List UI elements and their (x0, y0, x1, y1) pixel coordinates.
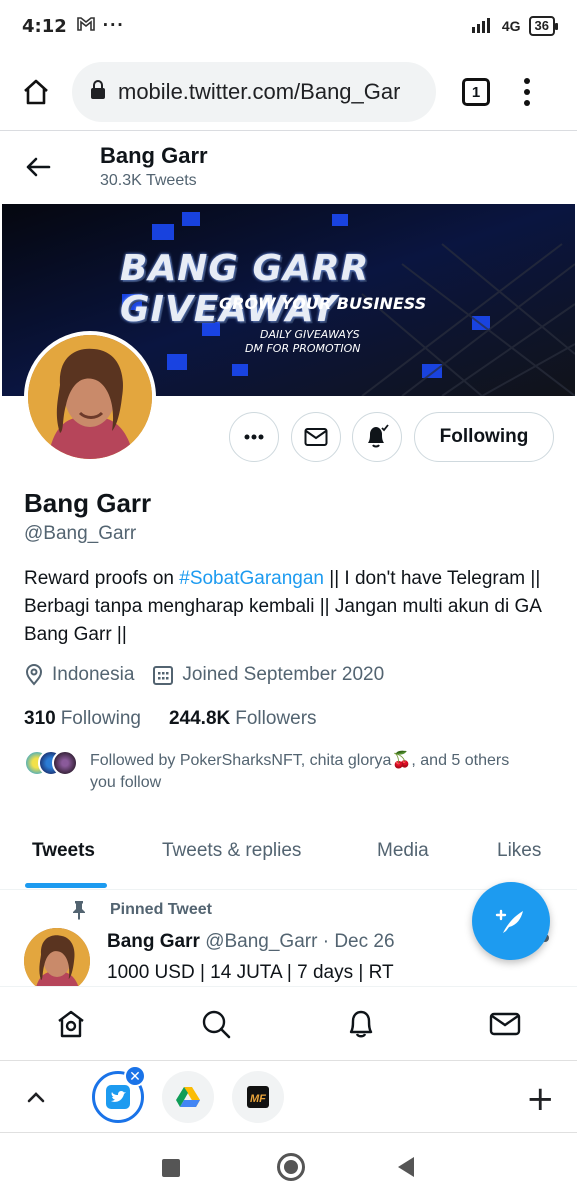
nav-notifications[interactable] (344, 1007, 378, 1041)
home-icon (58, 1010, 84, 1038)
banner-line-2: DM FOR PROMOTION (245, 342, 361, 355)
network-type: 4G (501, 18, 521, 34)
profile-tabs: Tweets Tweets & replies Media Likes (0, 822, 577, 890)
pinned-tweet-label: Pinned Tweet (70, 900, 212, 920)
home-icon (24, 79, 48, 105)
following-button[interactable]: Following (414, 412, 554, 462)
followers-label: Followers (235, 708, 317, 729)
twitter-icon (106, 1085, 130, 1109)
back-button[interactable] (20, 149, 56, 185)
divider (0, 130, 577, 131)
profile-avatar[interactable] (24, 331, 156, 463)
bio-hashtag-link[interactable]: #SobatGarangan (179, 568, 324, 589)
nav-messages[interactable] (488, 1007, 522, 1041)
nav-search[interactable] (199, 1007, 233, 1041)
avatar-image (24, 928, 90, 994)
calendar-icon (153, 666, 174, 685)
message-button[interactable] (291, 412, 341, 462)
location-pin-icon (25, 664, 43, 686)
tab-tweets[interactable]: Tweets (32, 840, 95, 862)
signal-icon (471, 17, 494, 36)
notifications-button[interactable] (352, 412, 402, 462)
banner-subtitle: GROW YOUR BUSINESS (219, 294, 427, 313)
avatar-image (28, 335, 152, 459)
bio-text: Reward proofs on (24, 568, 180, 589)
tweet-header: Bang Garr @Bang_Garr · Dec 26 (107, 931, 395, 953)
lock-icon (90, 79, 106, 105)
strip-tab-drive[interactable] (162, 1071, 214, 1123)
url-text: mobile.twitter.com/Bang_Gar (118, 79, 401, 104)
tab-switcher-button[interactable]: 1 (462, 78, 490, 106)
envelope-icon (304, 428, 328, 446)
tweet-handle-date: @Bang_Garr · Dec 26 (205, 931, 395, 952)
active-tab-indicator (25, 883, 107, 888)
bell-active-icon (368, 424, 389, 448)
nav-home[interactable] (54, 1007, 88, 1041)
tweet-author-avatar[interactable] (24, 928, 90, 994)
header-name: Bang Garr (100, 143, 208, 168)
strip-tab-mf[interactable]: MF (232, 1071, 284, 1123)
gmail-icon (76, 15, 95, 37)
follow-stats: 310 Following 244.8K Followers (24, 708, 345, 730)
envelope-icon (489, 1012, 521, 1036)
banner-title: BANG GARR GIVEAWAY (120, 248, 370, 330)
profile-meta: Indonesia Joined September 2020 (24, 664, 402, 686)
browser-toolbar: mobile.twitter.com/Bang_Gar 1 (0, 56, 577, 128)
pin-icon (73, 901, 85, 920)
profile-bio: Reward proofs on #SobatGarangan || I don… (24, 565, 544, 649)
bell-icon (349, 1010, 373, 1038)
followed-by-row[interactable]: Followed by PokerSharksNFT, chita glorya… (24, 750, 510, 794)
tab-media[interactable]: Media (377, 840, 429, 862)
search-icon (202, 1010, 231, 1039)
browser-menu-button[interactable] (522, 78, 532, 106)
address-bar[interactable]: mobile.twitter.com/Bang_Gar (72, 62, 436, 122)
bottom-nav (0, 986, 577, 1058)
compose-tweet-button[interactable] (472, 882, 550, 960)
chevron-up-icon (27, 1092, 45, 1103)
arrow-left-icon (26, 157, 51, 177)
status-bar: 4:12 ··· 4G 36 (0, 0, 577, 52)
more-options-button[interactable] (229, 412, 279, 462)
home-button[interactable] (14, 70, 58, 114)
followers-count: 244.8K (168, 708, 231, 729)
pinned-text: Pinned Tweet (110, 901, 212, 918)
header-tweet-count: 30.3K Tweets (100, 172, 197, 189)
system-nav-bar (0, 1132, 577, 1200)
tab-tweets-replies[interactable]: Tweets & replies (162, 840, 301, 862)
profile-joined-date: Joined September 2020 (182, 664, 385, 685)
recents-button[interactable] (162, 1159, 180, 1177)
mf-app-icon: MF (247, 1086, 269, 1108)
compose-feather-icon (495, 909, 523, 933)
battery-icon: 36 (528, 16, 559, 36)
followed-by-avatars (24, 750, 84, 776)
profile-header: Bang Garr 30.3K Tweets (0, 135, 577, 201)
new-tab-button[interactable]: + (526, 1079, 555, 1119)
following-count-link[interactable]: 310 Following (24, 708, 141, 730)
tab-likes[interactable]: Likes (497, 840, 541, 862)
following-label: Following (60, 708, 141, 729)
expand-tabs-button[interactable] (22, 1083, 50, 1111)
more-notifications-icon: ··· (102, 15, 125, 36)
close-tab-button[interactable]: ✕ (124, 1065, 146, 1087)
tweet-text: 1000 USD | 14 JUTA | 7 days | RT (107, 962, 394, 983)
profile-handle: @Bang_Garr (24, 523, 137, 544)
followed-by-text: Followed by PokerSharksNFT, chita glorya… (90, 752, 510, 791)
following-count: 310 (24, 708, 56, 729)
browser-tab-strip: ✕ MF + (0, 1060, 577, 1132)
tweet-author-name[interactable]: Bang Garr (107, 931, 200, 952)
profile-location: Indonesia (52, 664, 135, 685)
svg-text:MF: MF (250, 1093, 266, 1105)
banner-line-1: DAILY GIVEAWAYS (260, 328, 360, 341)
home-system-button[interactable] (277, 1153, 305, 1181)
more-dots-icon (244, 434, 264, 440)
profile-name: Bang Garr (24, 488, 152, 518)
clock: 4:12 (22, 15, 67, 37)
google-drive-icon (176, 1087, 200, 1107)
back-system-button[interactable] (398, 1157, 414, 1177)
followers-count-link[interactable]: 244.8K Followers (169, 708, 317, 730)
